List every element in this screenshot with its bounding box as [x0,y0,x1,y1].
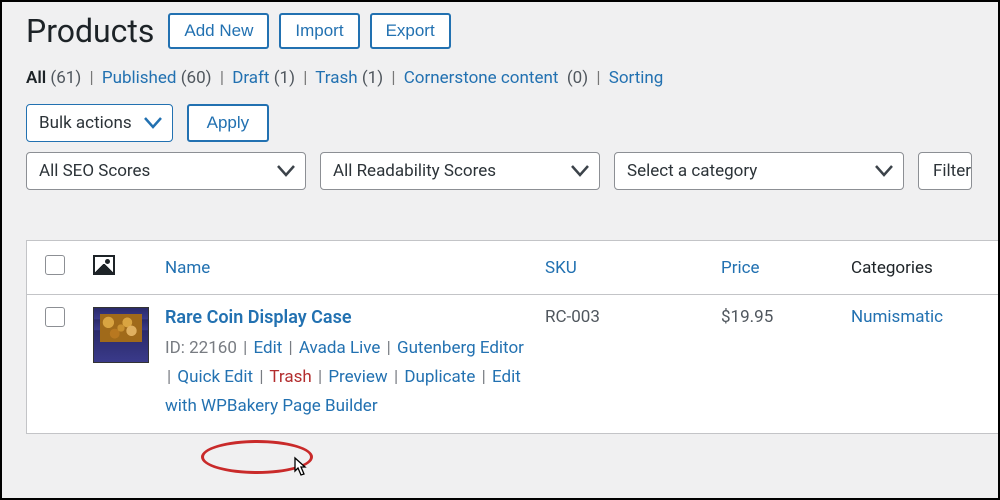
seo-scores-select[interactable]: All SEO Scores [26,152,306,190]
action-preview[interactable]: Preview [328,367,387,387]
action-gutenberg[interactable]: Gutenberg Editor [397,338,524,358]
filter-trash-count: (1) [362,68,383,88]
seo-scores-label: All SEO Scores [39,161,150,181]
chevron-down-icon [277,165,295,177]
products-table: Name SKU Price Categories Rare Coin Disp… [27,241,998,433]
export-button[interactable]: Export [370,13,451,49]
apply-button[interactable]: Apply [187,104,270,142]
product-name-link[interactable]: Rare Coin Display Case [165,307,525,328]
filter-sorting[interactable]: Sorting [609,68,664,88]
cursor-pointer-icon [288,456,310,486]
category-select-label: Select a category [627,161,757,181]
page-title: Products [26,12,154,50]
readability-scores-label: All Readability Scores [333,161,496,181]
row-checkbox[interactable] [45,307,65,327]
action-edit[interactable]: Edit [253,338,282,358]
product-category-link[interactable]: Numismatic [851,307,943,327]
action-trash[interactable]: Trash [269,367,311,387]
chevron-down-icon [571,165,589,177]
add-new-button[interactable]: Add New [168,13,269,49]
category-select[interactable]: Select a category [614,152,904,190]
action-duplicate[interactable]: Duplicate [404,367,475,387]
col-name[interactable]: Name [155,241,535,295]
import-button[interactable]: Import [279,13,359,49]
chevron-down-icon [144,117,162,129]
col-price[interactable]: Price [711,241,841,295]
filter-cornerstone-count: (0) [567,68,588,88]
product-id: ID: 22160 [165,338,237,358]
col-categories: Categories [841,241,998,295]
filter-cornerstone[interactable]: Cornerstone content [404,68,559,88]
filter-trash[interactable]: Trash [315,68,357,88]
bulk-actions-select[interactable]: Bulk actions [26,104,173,142]
select-all-checkbox[interactable] [45,255,65,275]
col-sku[interactable]: SKU [535,241,711,295]
action-quick-edit[interactable]: Quick Edit [177,367,253,387]
row-actions: ID: 22160 | Edit | Avada Live | Gutenber… [165,334,525,421]
annotation-circle [201,440,313,474]
filter-button[interactable]: Filter [918,152,972,190]
product-sku: RC-003 [535,295,711,433]
table-row: Rare Coin Display Case ID: 22160 | Edit … [27,295,998,433]
product-thumbnail[interactable] [93,307,149,363]
status-filter-bar: All (61) | Published (60) | Draft (1) | … [26,68,998,88]
action-avada-live[interactable]: Avada Live [299,338,381,358]
filter-all[interactable]: All [26,68,46,88]
filter-published[interactable]: Published [102,68,177,88]
filter-draft[interactable]: Draft [232,68,269,88]
chevron-down-icon [875,165,893,177]
filter-published-count: (60) [181,68,212,88]
filter-draft-count: (1) [274,68,295,88]
image-column-icon [93,255,115,275]
filter-all-count: (61) [50,68,81,88]
bulk-actions-label: Bulk actions [39,113,132,133]
product-price: $19.95 [711,295,841,433]
readability-scores-select[interactable]: All Readability Scores [320,152,600,190]
